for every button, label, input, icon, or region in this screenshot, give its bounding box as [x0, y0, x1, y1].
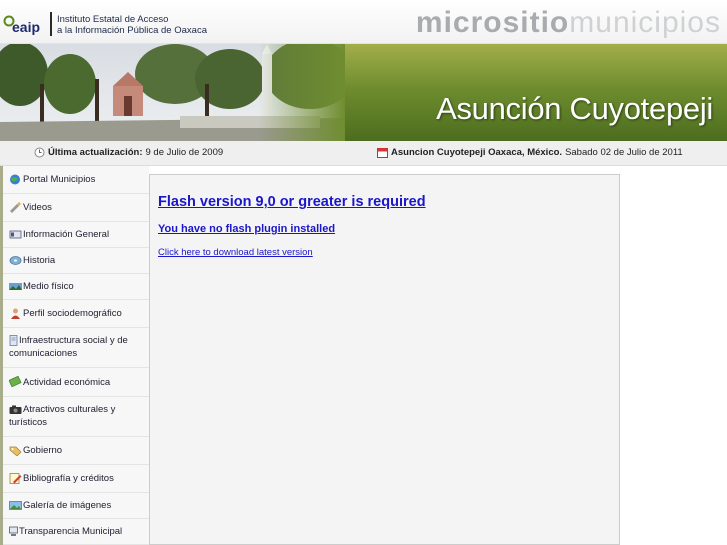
no-flash-plugin-message[interactable]: You have no flash plugin installed [158, 223, 335, 235]
location-label: Asuncion Cuyotepeji Oaxaca, México. [391, 147, 563, 158]
sidebar-item-label: Galería de imágenes [23, 500, 112, 511]
money-icon [9, 376, 22, 388]
sidebar-item-videos[interactable]: Videos [3, 194, 149, 222]
town-square-photo [0, 44, 345, 141]
sidebar-item-label-wrap: Infraestructura social y de comunicacion… [9, 334, 149, 360]
svg-text:eaip: eaip [12, 19, 40, 35]
sidebar-item-label-wrap: Transparencia Municipal [9, 525, 122, 538]
flash-content-area: Flash version 9,0 or greater is required… [149, 174, 620, 545]
last-update: Última actualización: 9 de Julio de 2009 [34, 147, 223, 158]
institution-name: Instituto Estatal de Acceso a la Informa… [57, 14, 207, 36]
current-date: Sabado 02 de Julio de 2011 [565, 147, 683, 158]
sidebar-item-label: Bibliografía y créditos [23, 473, 114, 484]
disc-icon [9, 256, 22, 265]
site-header: eaip Instituto Estatal de Acceso a la In… [0, 0, 727, 44]
sidebar-item-portal-municipios[interactable]: Portal Municipios [3, 166, 149, 194]
sidebar-item-label: Actividad económica [23, 376, 111, 388]
municipios-word: municipios [569, 6, 721, 39]
sidebar-item-label: Atractivos culturales y turísticos [9, 404, 116, 428]
id-card-icon [9, 230, 22, 239]
sidebar-item-label: Portal Municipios [23, 174, 96, 185]
sidebar-item-label-wrap: Galería de imágenes [9, 499, 111, 512]
sidebar-item-perfil-sociodemografico[interactable]: Perfil sociodemográfico [3, 300, 149, 328]
last-update-label: Última actualización: [48, 147, 143, 158]
download-flash-link[interactable]: Click here to download latest version [158, 247, 313, 258]
sidebar-item-label-wrap: Videos [9, 201, 52, 214]
sidebar-item-label: Infraestructura social y de comunicacion… [9, 335, 128, 359]
town-name: Asunción Cuyotepeji [436, 91, 713, 126]
sidebar-item-label: Historia [23, 255, 56, 266]
sidebar-item-label-wrap: Perfil sociodemográfico [9, 307, 122, 320]
town-banner: Asunción Cuyotepeji [0, 44, 727, 141]
logo-divider [50, 12, 52, 36]
sidebar-item-label-wrap: Gobierno [9, 444, 62, 457]
flash-required-heading[interactable]: Flash version 9,0 or greater is required [158, 194, 426, 210]
globe-icon [10, 174, 20, 185]
sidebar-item-label: Perfil sociodemográfico [23, 308, 122, 319]
pencil-icon [10, 201, 21, 213]
landscape-icon [9, 282, 22, 290]
person-icon [11, 308, 20, 319]
institution-line-2: a la Información Pública de Oaxaca [57, 25, 207, 36]
institution-line-1: Instituto Estatal de Acceso [57, 14, 169, 25]
sidebar-item-label-wrap: Bibliografía y créditos [9, 472, 114, 485]
sidebar-item-label: Transparencia Municipal [19, 526, 123, 537]
picture-icon [9, 501, 22, 510]
sidebar-item-label-wrap: Actividad económica [9, 376, 110, 389]
sidebar-item-label-wrap: Historia [9, 254, 55, 267]
tag-icon [9, 446, 22, 456]
last-update-date: 9 de Julio de 2009 [145, 147, 224, 158]
sidebar-item-label-wrap: Información General [9, 228, 109, 241]
sidebar-item-informacion-general[interactable]: Información General [3, 222, 149, 248]
sidebar-item-historia[interactable]: Historia [3, 248, 149, 274]
sidebar-menu: Portal Municipios Videos Información Gen… [0, 166, 149, 545]
sidebar-item-gobierno[interactable]: Gobierno [3, 437, 149, 465]
sidebar-item-label: Medio físico [23, 281, 74, 292]
sidebar-item-atractivos[interactable]: Atractivos culturales y turísticos [3, 397, 149, 437]
document-icon [9, 335, 18, 346]
monitor-icon [9, 526, 18, 536]
sidebar-item-label: Videos [23, 202, 52, 213]
notepad-icon [9, 473, 22, 484]
sidebar-item-medio-fisico[interactable]: Medio físico [3, 274, 149, 300]
sidebar-item-infraestructura[interactable]: Infraestructura social y de comunicacion… [3, 328, 149, 368]
sidebar-item-label-wrap: Medio físico [9, 280, 74, 293]
sidebar-item-transparencia[interactable]: Transparencia Municipal [3, 519, 149, 545]
sidebar-item-label-wrap: Atractivos culturales y turísticos [9, 403, 149, 429]
info-bar: Última actualización: 9 de Julio de 2009… [0, 141, 727, 166]
location-date: Asuncion Cuyotepeji Oaxaca, México. Saba… [377, 147, 683, 158]
micrositio-word: micrositio [415, 6, 570, 39]
sidebar-item-label: Información General [23, 229, 110, 240]
micrositio-title: micrositiomunicipios [416, 6, 721, 40]
sidebar-item-galeria[interactable]: Galería de imágenes [3, 493, 149, 519]
sidebar-item-bibliografia[interactable]: Bibliografía y créditos [3, 465, 149, 493]
sidebar-item-actividad-economica[interactable]: Actividad económica [3, 368, 149, 397]
calendar-icon [377, 148, 388, 158]
camera-icon [9, 405, 22, 414]
eaip-logo[interactable]: eaip [3, 12, 47, 36]
sidebar-item-label-wrap: Portal Municipios [9, 173, 95, 186]
sidebar-item-label: Gobierno [23, 445, 63, 456]
clock-icon [34, 147, 45, 158]
